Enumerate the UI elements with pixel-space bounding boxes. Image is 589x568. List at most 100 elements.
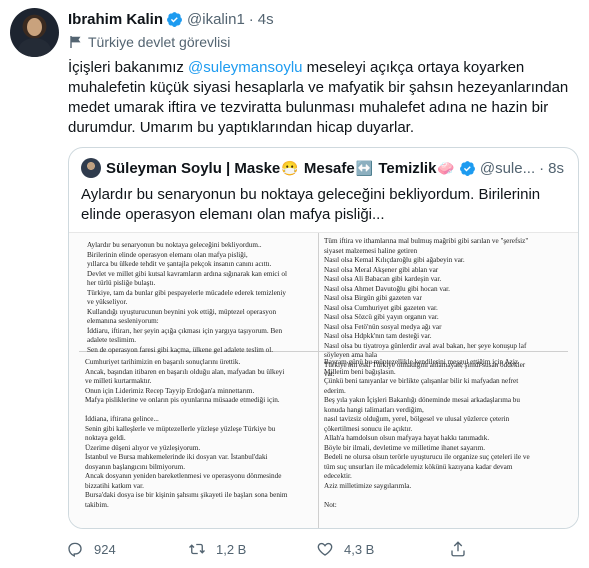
mention-link[interactable]: @suleymansoylu [188, 59, 302, 76]
soap-emoji-icon: 🧼 [437, 159, 455, 176]
statement-line: Bayram günü bu müptezellikle kendilerini… [324, 358, 519, 366]
statement-left-top: Aylardır bu senaryonun bu noktaya gelece… [87, 241, 315, 355]
quoted-tweet-text: Aylardır bu senaryonun bu noktaya gelece… [81, 186, 541, 223]
statement-line: Devlet ve millet gibi kutsal kavramların… [87, 269, 287, 278]
quoted-tweet-header: Süleyman Soylu | Maske😷 Mesafe↔️ Temizli… [81, 158, 564, 178]
statement-line [85, 406, 315, 416]
retweet-button[interactable]: 1,2 B [188, 540, 316, 558]
quoted-name-part2: Mesafe [299, 159, 355, 177]
statement-line: Senin gibi kalleşlerle ve müptezellerle … [85, 424, 276, 433]
statement-line: Ancak dosyanın yeniden bareketlenmesi ve… [85, 472, 282, 480]
mask-emoji-icon: 😷 [281, 159, 299, 176]
statement-line: ve yükseliyor. [87, 298, 128, 306]
quoted-author-handle: @sule... [479, 159, 536, 177]
statement-line: Not: [324, 500, 337, 509]
like-count: 4,3 B [344, 541, 375, 557]
statement-line [324, 491, 570, 501]
statement-line: Nasıl olsa Ali Babacan gibi kardeşin var… [324, 275, 442, 283]
author-name[interactable]: Ibrahim Kalin [68, 11, 163, 28]
statement-line: noktaya geldi. [85, 434, 126, 442]
statement-line: Nasıl olsa Fetö'nün sosyal medya ağı var [324, 322, 442, 331]
government-label[interactable]: Türkiye devlet görevlisi [68, 34, 230, 50]
quoted-verified-badge-icon [459, 160, 475, 176]
share-button[interactable] [449, 540, 477, 558]
statement-line: Ancak, başından itibaren en başarılı old… [85, 367, 285, 376]
government-label-text: Türkiye devlet görevlisi [88, 34, 231, 50]
column-divider [318, 233, 319, 528]
reply-count: 924 [94, 541, 116, 557]
statement-line: siyaset malzemesi haline getiren [324, 246, 418, 255]
statement-line: Milletim beni bağışlasın. [324, 367, 396, 376]
reply-icon [68, 542, 82, 557]
share-icon [451, 541, 465, 557]
statement-line: Üzerime düşeni alıyor ve yüzleşiyorum. [85, 443, 201, 452]
author-avatar[interactable] [10, 8, 59, 57]
statement-line: Tüm iftira ve ithamlarına mal bulmuş mağ… [324, 237, 529, 245]
statement-line: Sen de operasyon faresi gibi kaçma, ülke… [87, 345, 274, 354]
reply-button[interactable]: 924 [66, 540, 188, 558]
tweet-text-before: İçişleri bakanımız [68, 59, 189, 76]
statement-line: Bedeli ne olursa olsun terörle uyuşturuc… [324, 453, 530, 461]
quoted-name-part3: Temizlik [374, 159, 437, 177]
statement-line: bizzatihi katkım var. [85, 481, 144, 490]
quoted-tweet[interactable]: Süleyman Soylu | Maske😷 Mesafe↔️ Temizli… [68, 147, 579, 529]
statement-line: Nasıl olsa Sözcü gibi yayın organın var. [324, 313, 439, 321]
statement-line: İddiana, iftirana gelince... [85, 415, 159, 423]
statement-line: Cumhuriyet tarihimizin en başarılı sonuç… [85, 358, 241, 366]
statement-line: ederim. [324, 386, 346, 395]
statement-line: Mafya pisliklerine ve onların pis oyunla… [85, 396, 280, 404]
statement-line: nasıl tavizsiz olduğum, yerel, bölgesel … [324, 415, 510, 423]
statement-line: çökertilmesi sonucu ile açıktır. [324, 424, 413, 433]
statement-line: elemanına sesleniyorum: [87, 317, 159, 325]
separator-dot: · [248, 10, 254, 28]
statement-line: Nasıl olsa Meral Akşener gibi ablan var [324, 265, 439, 274]
statement-line: yıllarca bu ülkede tehdit ve şantajla pe… [87, 260, 272, 268]
statement-line: adalete teslimim. [87, 336, 137, 344]
statement-line: Aylardır bu senaryonun bu noktaya gelece… [87, 241, 262, 249]
statement-left-bottom: Cumhuriyet tarihimizin en başarılı sonuç… [85, 358, 315, 510]
statement-line: Nasıl olsa bu tiyatroya günlerdir aval a… [324, 341, 527, 350]
statement-line: Onun için Liderimiz Recep Tayyip Erdoğan… [85, 386, 255, 395]
statement-line: edecektir. [324, 472, 352, 480]
quoted-timestamp: 8s [548, 159, 564, 177]
arrows-emoji-icon: ↔️ [355, 159, 374, 176]
tweet-text: İçişleri bakanımız @suleymansoylu mesele… [68, 58, 578, 138]
statement-line: Kullandığı uyuşturucunun beynini yok ett… [87, 307, 277, 316]
statement-line: Birilerinin elinde operasyon elemanı ola… [87, 250, 248, 259]
author-handle[interactable]: @ikalin1 [187, 11, 245, 28]
statement-line: takibim. [85, 500, 109, 509]
retweet-count: 1,2 B [216, 541, 247, 557]
statement-line: Beş yıla yakın İçişleri Bakanlığı dönemi… [324, 396, 520, 404]
statement-line: Nasıl olsa Hdpkk'nın tam desteği var. [324, 332, 432, 340]
statement-line: Türkiye, tam da bunlar gibi pespayelerle… [87, 288, 286, 297]
avatar-figure [18, 38, 51, 57]
statement-line: her türlü pisliğe bulaştı. [87, 279, 156, 287]
heart-icon [317, 542, 333, 556]
like-button[interactable]: 4,3 B [316, 540, 449, 558]
avatar-face [27, 18, 42, 36]
statement-line: konuda hangi talimatları verdiğim, [324, 405, 424, 414]
statement-line: Allah'a hamdolsun olsun mafyaya hayat ha… [324, 434, 490, 442]
statement-line: Böyle bir ilmali, devletime ve milletime… [324, 443, 486, 452]
statement-line: Nasıl olsa Cumhuriyet gibi gazeten var. [324, 303, 438, 312]
flag-icon [70, 36, 81, 48]
statement-line: Nasıl olsa Kemal Kılıçdaroğlu gibi ağabe… [324, 256, 465, 264]
statement-line: tüm suç unsurları ile mücadelemiz kökünü… [324, 462, 513, 471]
quoted-author-name: Süleyman Soylu | Maske😷 Mesafe↔️ Temizli… [106, 160, 456, 177]
statement-line: İddiaru, iftirarı, her şeyin açığa çıkma… [87, 326, 283, 335]
tweet-header: Ibrahim Kalin @ikalin1 · 4s [68, 9, 274, 29]
statement-image[interactable]: Aylardır bu senaryonun bu noktaya gelece… [69, 232, 578, 528]
verified-badge-icon [167, 11, 182, 27]
statement-line: Çünkü beni tanıyanlar ve birlikte çalışa… [324, 377, 519, 385]
tweet-actions: 924 1,2 B 4,3 B [66, 539, 576, 559]
quoted-name-part1: Süleyman Soylu | Maske [106, 159, 281, 177]
statement-line: Bursa'daki dosya ise bir kişinin şahsımı… [85, 491, 288, 499]
statement-line: Nasıl olsa Birgün gibi gazeten var [324, 294, 422, 302]
quoted-author-avatar [81, 158, 101, 178]
statement-line: dosyanın başlangıcını bilmiyorum. [85, 462, 186, 471]
tweet-timestamp[interactable]: 4s [258, 11, 274, 28]
statement-line: İstanbul ve Bursa mahkemelerinde iki dos… [85, 453, 268, 461]
statement-line: ve milleti kurtarmaktır. [85, 377, 152, 385]
retweet-icon [189, 543, 205, 555]
statement-right-bottom: Bayram günü bu müptezellikle kendilerini… [324, 358, 570, 510]
